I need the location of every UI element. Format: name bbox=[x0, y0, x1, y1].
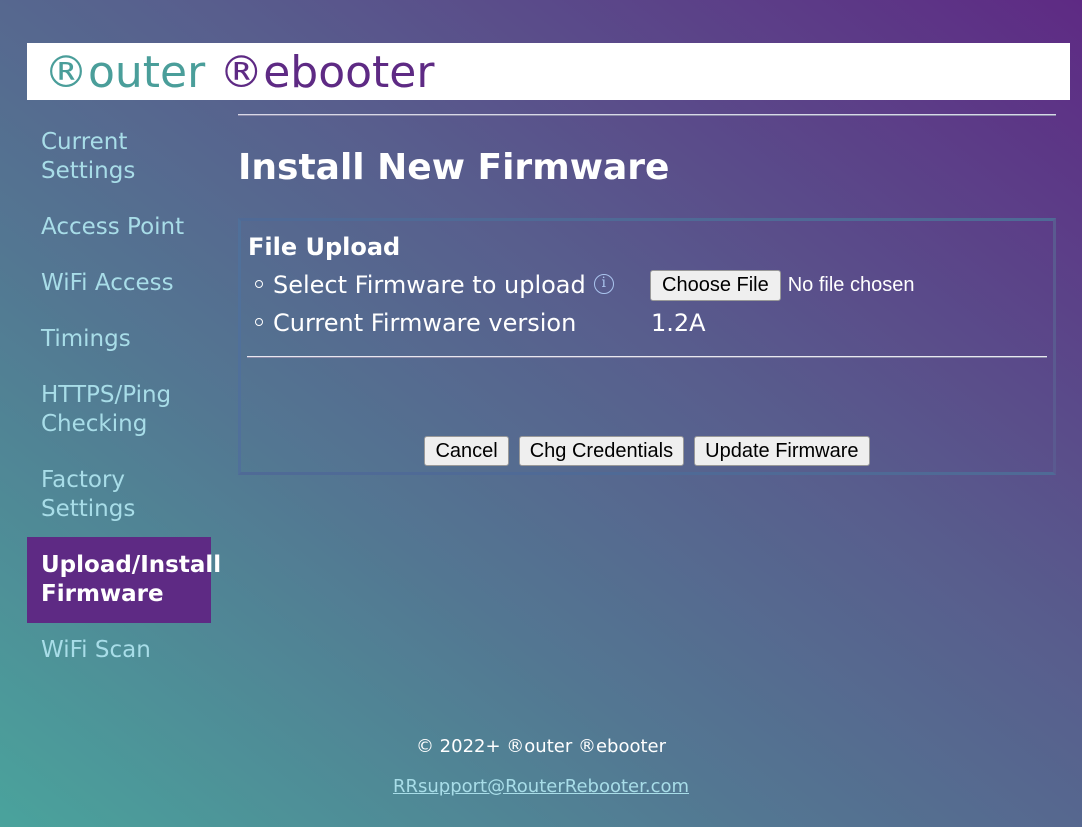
change-credentials-button[interactable]: Chg Credentials bbox=[518, 436, 685, 466]
copyright-text: © 2022+ ®outer ®ebooter bbox=[415, 736, 667, 757]
divider bbox=[247, 356, 1047, 358]
sidebar-item-wifi-access[interactable]: WiFi Access bbox=[27, 269, 211, 298]
firmware-version-label: Current Firmware version bbox=[273, 309, 577, 337]
info-icon[interactable]: i bbox=[593, 274, 614, 294]
sidebar-item-https-ping-checking[interactable]: HTTPS/Ping Checking bbox=[27, 381, 211, 439]
select-firmware-label: Select Firmware to upload bbox=[273, 271, 586, 299]
sidebar-item-current-settings[interactable]: Current Settings bbox=[27, 128, 211, 186]
firmware-version-row: Current Firmware version bbox=[255, 307, 576, 339]
choose-file-button[interactable]: Choose File bbox=[650, 269, 781, 301]
sidebar-item-upload-install-firmware[interactable]: Upload/Install Firmware bbox=[27, 537, 221, 623]
sidebar-item-wifi-scan[interactable]: WiFi Scan bbox=[27, 636, 211, 665]
divider bbox=[238, 114, 1056, 116]
bullet-icon bbox=[255, 318, 263, 326]
sidebar-nav: Current Settings Access Point WiFi Acces… bbox=[27, 128, 221, 692]
file-input[interactable]: Choose File No file chosen bbox=[650, 269, 914, 301]
support-link-container: RRsupport@RouterRebooter.com bbox=[0, 775, 1082, 799]
support-email-link[interactable]: RRsupport@RouterRebooter.com bbox=[393, 776, 689, 797]
cancel-button[interactable]: Cancel bbox=[424, 436, 509, 466]
sidebar-item-timings[interactable]: Timings bbox=[27, 325, 211, 354]
header-banner: ®outer ®ebooter bbox=[27, 43, 1070, 100]
action-buttons: Cancel Chg Credentials Update Firmware bbox=[241, 436, 1053, 466]
firmware-version-value: 1.2A bbox=[651, 309, 706, 337]
panel-title: File Upload bbox=[248, 233, 401, 261]
logo-rebooter: ®ebooter bbox=[219, 47, 435, 98]
file-status-text: No file chosen bbox=[787, 273, 915, 296]
page-title: Install New Firmware bbox=[238, 147, 670, 188]
logo[interactable]: ®outer ®ebooter bbox=[44, 47, 434, 99]
select-firmware-row: Select Firmware to upload i bbox=[255, 269, 614, 301]
file-upload-panel: File Upload Select Firmware to upload i C… bbox=[238, 218, 1056, 475]
bullet-icon bbox=[255, 280, 263, 288]
update-firmware-button[interactable]: Update Firmware bbox=[694, 436, 870, 466]
sidebar-item-factory-settings[interactable]: Factory Settings bbox=[27, 466, 211, 524]
sidebar-item-access-point[interactable]: Access Point bbox=[27, 213, 211, 242]
logo-router: ®outer bbox=[44, 47, 206, 98]
